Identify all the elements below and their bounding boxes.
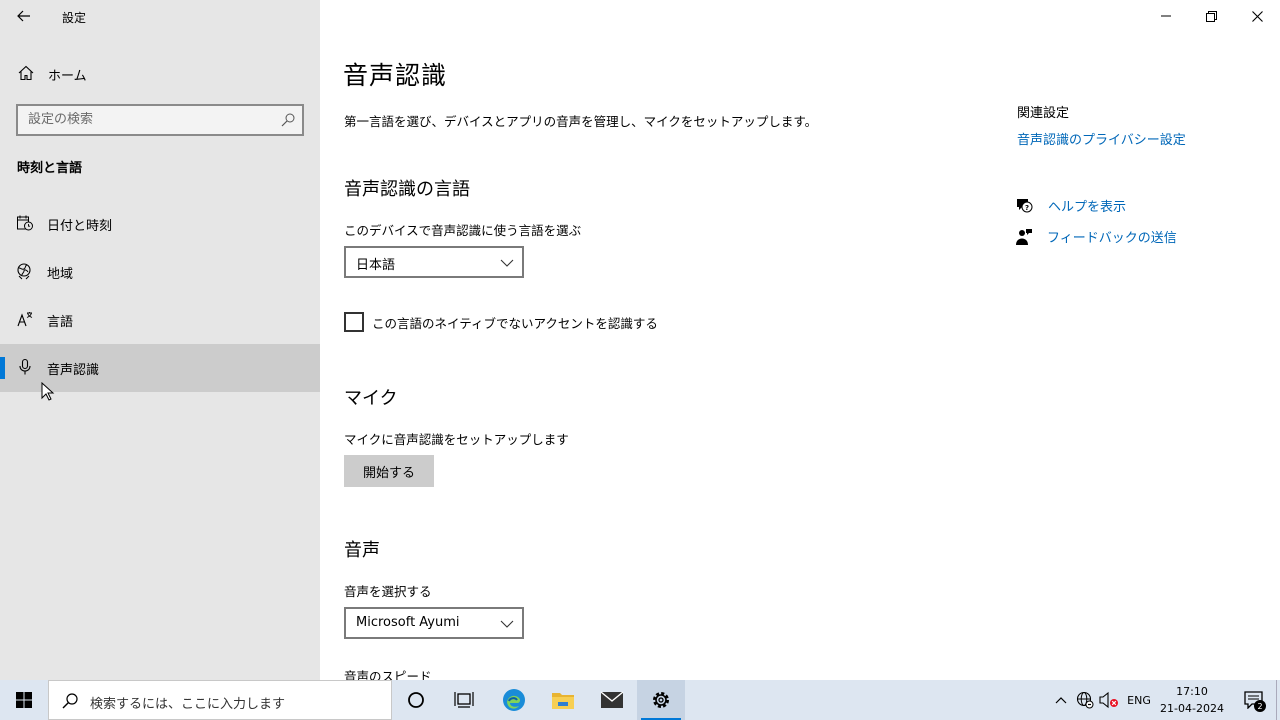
back-button[interactable]: [12, 6, 36, 26]
back-arrow-icon: [17, 10, 30, 22]
notification-count-badge: 2: [1254, 700, 1266, 712]
voice-label: 音声を選択する: [344, 584, 432, 599]
home-icon: [18, 65, 34, 81]
show-hidden-icons-button[interactable]: [1050, 680, 1072, 720]
gear-icon: [653, 692, 669, 708]
sidebar-item-label: ホーム: [48, 69, 87, 84]
sidebar-item-date-time[interactable]: 日付と時刻: [0, 200, 320, 248]
language-icon: [17, 312, 33, 327]
speech-language-label: このデバイスで音声認識に使う言語を選ぶ: [344, 223, 582, 238]
speech-language-dropdown[interactable]: 日本語: [344, 246, 524, 278]
cortana-icon: [408, 692, 424, 708]
clock-date: 21-04-2024: [1160, 702, 1224, 715]
settings-search-input[interactable]: [28, 112, 268, 127]
chevron-down-icon: [500, 259, 514, 267]
chevron-down-icon: [500, 620, 514, 628]
close-icon: [1251, 10, 1263, 22]
file-explorer-button[interactable]: [539, 680, 587, 720]
speech-language-heading: 音声認識の言語: [344, 179, 470, 200]
non-native-accent-checkbox[interactable]: [344, 312, 364, 332]
sidebar-item-region[interactable]: 地域: [0, 248, 320, 296]
voice-speed-label: 音声のスピード: [344, 669, 432, 680]
dropdown-value: Microsoft Ayumi: [356, 615, 460, 630]
microphone-icon: [19, 358, 31, 375]
title-bar-left: 設定: [0, 0, 320, 32]
region-icon: [17, 263, 31, 280]
edge-browser-button[interactable]: [490, 680, 538, 720]
dropdown-value: 日本語: [356, 258, 396, 273]
voice-heading: 音声: [344, 540, 380, 561]
date-time-icon: [17, 215, 33, 231]
speaker-muted-icon: [1099, 691, 1118, 709]
input-language-indicator[interactable]: ENG: [1122, 680, 1156, 720]
taskbar: 検索するには、ここに入力します ENG 17:10 21-04-2024 2: [0, 680, 1280, 720]
mail-button[interactable]: [588, 680, 636, 720]
related-settings-heading: 関連設定: [1017, 106, 1070, 121]
mail-icon: [600, 691, 624, 708]
taskbar-search-box[interactable]: 検索するには、ここに入力します: [48, 680, 392, 720]
clock-time: 17:10: [1176, 685, 1208, 698]
settings-taskbar-button[interactable]: [637, 680, 685, 720]
task-view-button[interactable]: [440, 680, 488, 720]
get-help-link[interactable]: ヘルプを表示: [1048, 196, 1126, 215]
network-button[interactable]: [1074, 680, 1096, 720]
restore-button[interactable]: [1188, 0, 1234, 32]
page-title: 音声認識: [343, 61, 448, 90]
selection-indicator: [0, 357, 5, 379]
non-native-accent-option[interactable]: この言語のネイティブでないアクセントを認識する: [344, 312, 658, 332]
voice-dropdown[interactable]: Microsoft Ayumi: [344, 607, 524, 639]
mouse-cursor-icon: [41, 382, 55, 401]
close-button[interactable]: [1234, 0, 1280, 32]
sidebar-item-label: 日付と時刻: [47, 219, 113, 234]
help-icon: ?: [1017, 199, 1033, 213]
restore-icon: [1205, 10, 1217, 22]
sidebar-item-label: 言語: [47, 315, 74, 330]
search-icon[interactable]: [280, 112, 296, 128]
sidebar: 設定 ホーム 時刻と言語 日付と時刻 地域 言語 音声認識: [0, 0, 320, 680]
checkbox-label: この言語のネイティブでないアクセントを認識する: [372, 315, 658, 331]
start-button[interactable]: [0, 680, 48, 720]
microphone-label: マイクに音声認識をセットアップします: [344, 432, 569, 447]
sidebar-item-home[interactable]: ホーム: [0, 56, 320, 90]
minimize-icon: [1161, 15, 1171, 17]
settings-search-box[interactable]: [16, 104, 304, 136]
sidebar-item-label: 地域: [47, 267, 74, 282]
speech-privacy-link[interactable]: 音声認識のプライバシー設定: [1017, 129, 1186, 148]
feedback-icon: [1016, 229, 1032, 245]
sidebar-section-title: 時刻と言語: [17, 161, 83, 176]
clock[interactable]: 17:10 21-04-2024: [1156, 683, 1228, 717]
show-desktop-button[interactable]: [1276, 680, 1280, 720]
svg-text:?: ?: [1025, 204, 1029, 212]
taskbar-search-placeholder: 検索するには、ここに入力します: [90, 697, 286, 712]
microphone-heading: マイク: [344, 388, 398, 409]
sidebar-item-language[interactable]: 言語: [0, 296, 320, 344]
page-description: 第一言語を選び、デバイスとアプリの音声を管理し、マイクをセットアップします。: [344, 114, 818, 129]
give-feedback-link[interactable]: フィードバックの送信: [1047, 227, 1177, 246]
chevron-up-icon: [1055, 697, 1067, 704]
folder-icon: [552, 693, 574, 709]
edge-browser-icon: [503, 689, 525, 711]
cortana-button[interactable]: [392, 680, 440, 720]
globe-icon: [1076, 691, 1094, 709]
minimize-button[interactable]: [1143, 0, 1189, 32]
volume-button[interactable]: [1098, 680, 1120, 720]
sidebar-item-label: 音声認識: [47, 363, 100, 378]
search-icon: [62, 693, 78, 709]
app-title: 設定: [62, 11, 87, 25]
get-started-button[interactable]: 開始する: [344, 455, 434, 487]
windows-logo-icon: [16, 692, 32, 708]
task-view-icon: [454, 692, 474, 708]
action-center-button[interactable]: 2: [1232, 680, 1276, 720]
